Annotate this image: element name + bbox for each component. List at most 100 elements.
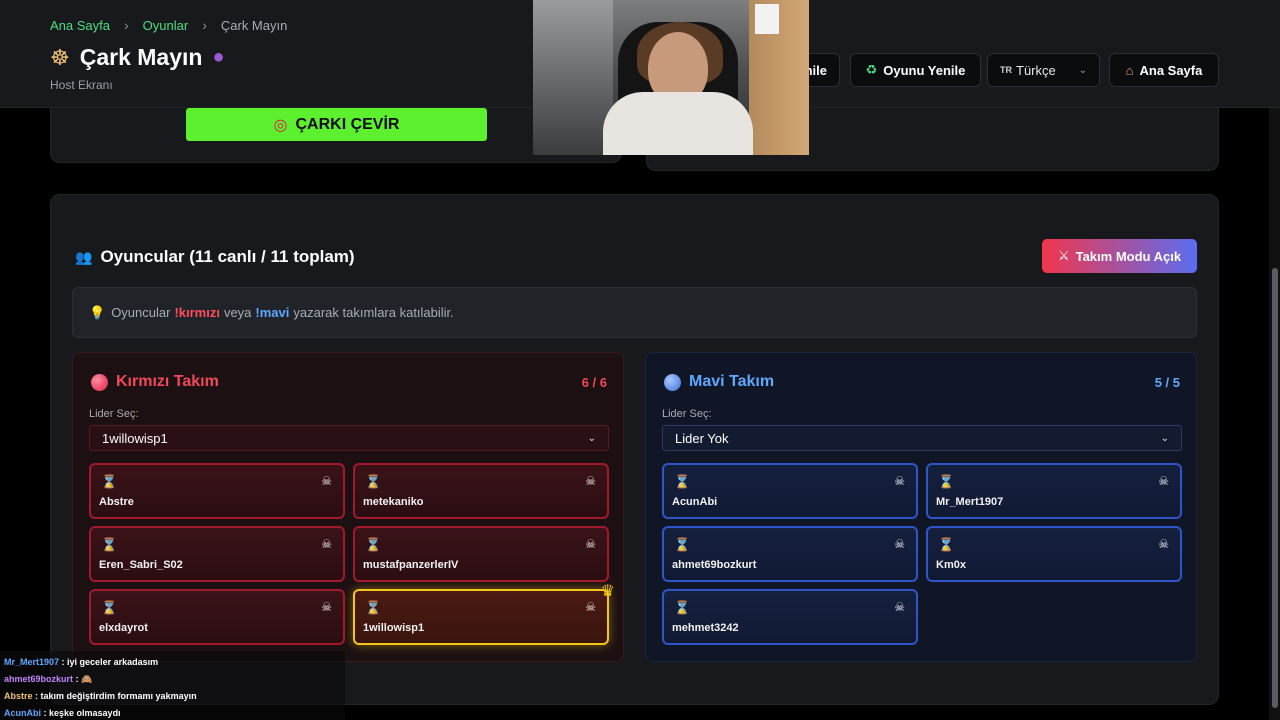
hourglass-icon: ⌛ xyxy=(101,537,118,552)
skull-crossbones-icon[interactable]: ☠ xyxy=(894,600,905,614)
lightbulb-icon: 💡 xyxy=(89,304,106,320)
players-title: Oyuncular (11 canlı / 11 toplam) xyxy=(100,247,355,266)
skull-crossbones-icon[interactable]: ☠ xyxy=(894,474,905,488)
chevron-right-icon: › xyxy=(124,17,129,33)
spin-wheel-button[interactable]: ◎ ÇARKI ÇEVİR xyxy=(186,108,487,141)
player-name: Mr_Mert1907 xyxy=(936,496,1004,508)
skull-crossbones-icon[interactable]: ☠ xyxy=(321,474,332,488)
blue-leader-select[interactable]: Lider Yok ⌄ xyxy=(662,425,1182,451)
chevron-right-icon: › xyxy=(202,17,207,33)
chat-text: : 🙈 xyxy=(75,674,93,684)
hint-red-command: !kırmızı xyxy=(174,305,220,320)
skull-crossbones-icon[interactable]: ☠ xyxy=(585,537,596,551)
blue-team-panel: Mavi Takım 5 / 5 Lider Seç: Lider Yok ⌄ … xyxy=(645,352,1197,662)
breadcrumb: Ana Sayfa › Oyunlar › Çark Mayın xyxy=(50,17,287,33)
page-title: Çark Mayın xyxy=(79,44,203,70)
home-button[interactable]: ⌂ Ana Sayfa xyxy=(1109,53,1219,87)
player-name: metekaniko xyxy=(363,496,424,508)
red-team-heading: Kırmızı Takım xyxy=(91,373,219,391)
hourglass-icon: ⌛ xyxy=(938,537,955,552)
chevron-down-icon: ⌄ xyxy=(587,432,596,444)
player-card: ⌛ ☠ AcunAbi xyxy=(662,463,918,519)
recycle-icon: ♻ xyxy=(865,62,878,77)
chat-username: Abstre xyxy=(4,691,33,701)
player-name: mehmet3242 xyxy=(672,622,739,634)
skull-crossbones-icon[interactable]: ☠ xyxy=(321,537,332,551)
hourglass-icon: ⌛ xyxy=(101,600,118,615)
hourglass-icon: ⌛ xyxy=(938,474,955,489)
hint-blue-command: !mavi xyxy=(255,305,290,320)
player-name: Abstre xyxy=(99,496,134,508)
chat-overlay: Mr_Mert1907 : iyi geceler arkadasım ahme… xyxy=(0,651,345,720)
blue-leader-label: Lider Seç: xyxy=(662,408,712,420)
player-name: 1willowisp1 xyxy=(363,622,425,634)
chat-text: : keşke olmasaydı xyxy=(43,708,121,718)
skull-crossbones-icon[interactable]: ☠ xyxy=(321,600,332,614)
player-name: elxdayrot xyxy=(99,622,148,634)
chat-username: AcunAbi xyxy=(4,708,41,718)
chat-username: ahmet69bozkurt xyxy=(4,674,74,684)
hourglass-icon: ⌛ xyxy=(365,600,382,615)
language-flag: TR xyxy=(1000,65,1012,75)
chat-text: : takım değiştirdim formamı yakmayın xyxy=(35,691,197,701)
player-name: mustafpanzerlerIV xyxy=(363,559,459,571)
home-button-label: Ana Sayfa xyxy=(1139,62,1203,78)
hourglass-icon: ⌛ xyxy=(365,537,382,552)
hint-suffix: yazarak takımlara katılabilir. xyxy=(293,305,454,320)
hint-middle: veya xyxy=(223,305,252,320)
target-icon: ◎ xyxy=(273,116,288,134)
chat-message: AcunAbi : keşke olmasaydı xyxy=(4,705,341,720)
scrollbar-thumb[interactable] xyxy=(1272,268,1278,708)
hourglass-icon: ⌛ xyxy=(674,537,691,552)
player-card: ⌛ ☠ ahmet69bozkurt xyxy=(662,526,918,582)
breadcrumb-home-link[interactable]: Ana Sayfa xyxy=(50,18,110,33)
red-leader-label: Lider Seç: xyxy=(89,408,139,420)
player-card: ⌛ ☠ elxdayrot xyxy=(89,589,345,645)
skull-crossbones-icon[interactable]: ☠ xyxy=(1158,537,1169,551)
skull-crossbones-icon[interactable]: ☠ xyxy=(1158,474,1169,488)
player-card: ⌛ ☠ Eren_Sabri_S02 xyxy=(89,526,345,582)
wheel-icon: ☸ xyxy=(50,44,70,70)
page-scrollbar[interactable] xyxy=(1269,0,1280,720)
player-card: ⌛ ☠ metekaniko xyxy=(353,463,609,519)
player-card: ⌛ ☠ mehmet3242 xyxy=(662,589,918,645)
team-mode-button[interactable]: ⚔ Takım Modu Açık xyxy=(1042,239,1197,273)
house-icon: ⌂ xyxy=(1125,62,1134,78)
blue-team-heading: Mavi Takım xyxy=(664,373,774,391)
hourglass-icon: ⌛ xyxy=(101,474,118,489)
chevron-down-icon: ⌄ xyxy=(1078,64,1087,76)
red-leader-select[interactable]: 1willowisp1 ⌄ xyxy=(89,425,609,451)
player-card: ⌛ ☠ Abstre xyxy=(89,463,345,519)
player-card: ⌛ ☠ mustafpanzerlerIV xyxy=(353,526,609,582)
language-label: Türkçe xyxy=(1016,62,1056,78)
team-mode-label: Takım Modu Açık xyxy=(1075,248,1182,264)
red-team-panel: Kırmızı Takım 6 / 6 Lider Seç: 1willowis… xyxy=(72,352,624,662)
breadcrumb-current: Çark Mayın xyxy=(220,17,288,33)
leader-player-card: ⌛ ☠ ♛ 1willowisp1 xyxy=(353,583,615,645)
swords-icon: ⚔ xyxy=(1057,248,1070,263)
skull-crossbones-icon[interactable]: ☠ xyxy=(585,474,596,488)
chat-message: Abstre : takım değiştirdim formamı yakma… xyxy=(4,688,341,705)
language-select[interactable]: TR Türkçe ⌄ xyxy=(987,53,1100,87)
join-hint: 💡 Oyuncular !kırmızı veya !mavi yazarak … xyxy=(72,287,1197,338)
breadcrumb-games-link[interactable]: Oyunlar xyxy=(143,18,189,33)
player-name: Eren_Sabri_S02 xyxy=(99,559,183,571)
hourglass-icon: ⌛ xyxy=(365,474,382,489)
player-name: ahmet69bozkurt xyxy=(672,559,757,571)
blue-leader-value: Lider Yok xyxy=(675,430,729,446)
hourglass-icon: ⌛ xyxy=(674,474,691,489)
skull-crossbones-icon[interactable]: ☠ xyxy=(585,600,596,614)
warning-sign xyxy=(755,4,779,34)
page-title-row: ☸ Çark Mayın ● xyxy=(50,44,225,71)
red-team-name: Kırmızı Takım xyxy=(116,373,219,390)
crown-icon: ♛ xyxy=(600,583,615,600)
chat-text: : iyi geceler arkadasım xyxy=(61,657,159,667)
refresh-game-button[interactable]: ♻ Oyunu Yenile xyxy=(850,53,981,87)
red-leader-value: 1willowisp1 xyxy=(102,430,168,446)
player-card: ⌛ ☠ Km0x xyxy=(926,526,1182,582)
skull-crossbones-icon[interactable]: ☠ xyxy=(894,537,905,551)
player-card: ⌛ ☠ Mr_Mert1907 xyxy=(926,463,1182,519)
chevron-down-icon: ⌄ xyxy=(1160,432,1169,444)
blue-circle-icon xyxy=(664,373,681,391)
chat-message: Mr_Mert1907 : iyi geceler arkadasım xyxy=(4,654,341,671)
